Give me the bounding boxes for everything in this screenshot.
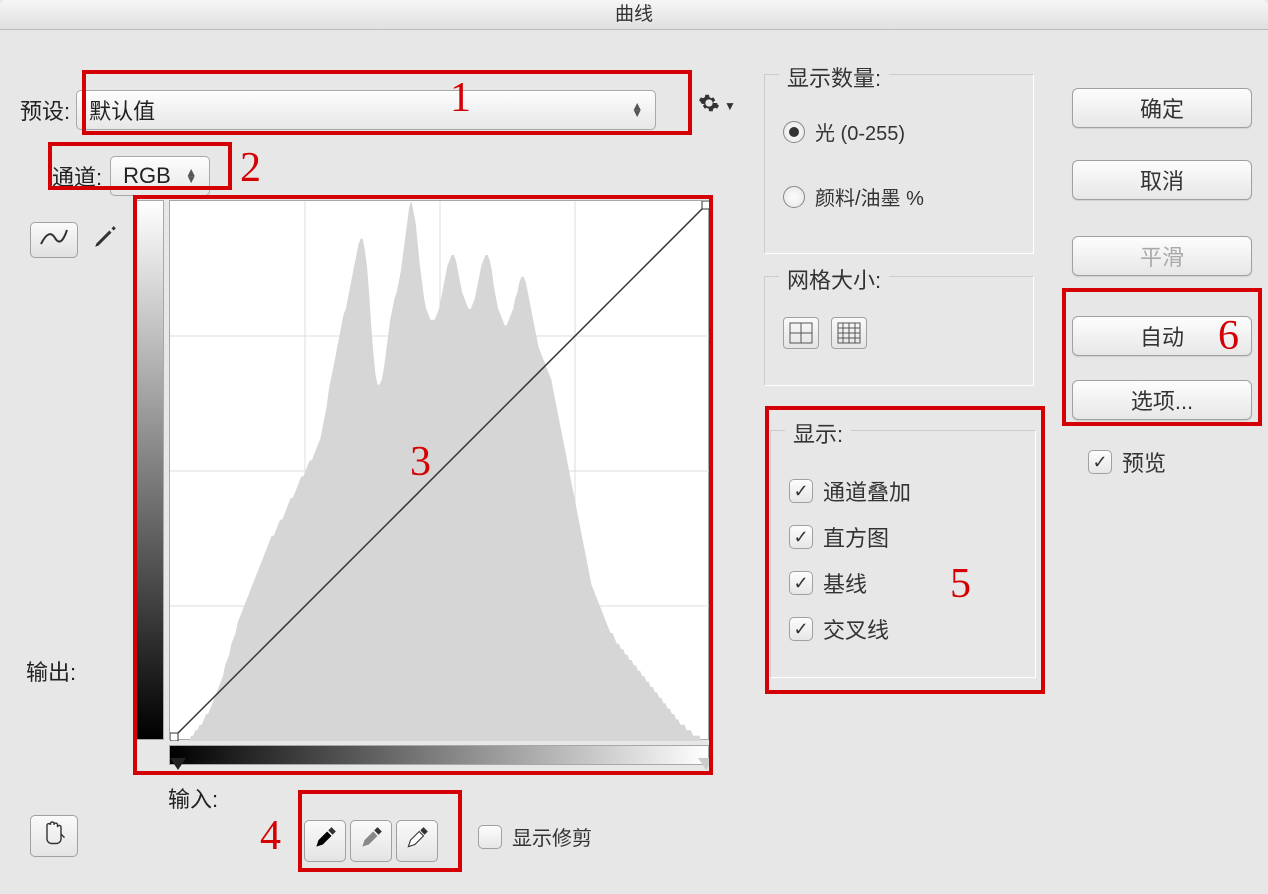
preset-row: 预设: 默认值 ▲▼ xyxy=(20,90,656,130)
radio-icon xyxy=(783,186,805,208)
checkbox-icon: ✓ xyxy=(789,617,813,641)
show-channel-overlay[interactable]: ✓ 通道叠加 xyxy=(789,475,1017,507)
gray-point-eyedropper[interactable] xyxy=(350,820,392,862)
pencil-icon xyxy=(92,233,118,255)
select-updown-icon: ▲▼ xyxy=(185,169,197,183)
preview-row[interactable]: ✓ 预览 xyxy=(1088,446,1166,478)
channel-value: RGB xyxy=(123,163,171,189)
grid-size-panel: 网格大小: xyxy=(764,276,1034,386)
input-gradient-ramp[interactable] xyxy=(169,745,709,765)
curves-graph[interactable] xyxy=(169,200,709,740)
amount-option-label: 颜料/油墨 % xyxy=(815,182,924,211)
checkbox-icon: ✓ xyxy=(789,479,813,503)
hand-icon xyxy=(40,819,68,853)
button-label: 自动 xyxy=(1140,320,1184,352)
radio-icon xyxy=(783,121,805,143)
show-option-label: 直方图 xyxy=(823,521,889,553)
show-clipping-label: 显示修剪 xyxy=(512,822,592,851)
window-titlebar: 曲线 xyxy=(0,0,1268,30)
eyedropper-icon xyxy=(358,825,384,857)
annotation-number-4: 4 xyxy=(260,812,281,860)
channel-row: 通道: RGB ▲▼ xyxy=(52,156,210,196)
preview-checkbox[interactable]: ✓ xyxy=(1088,450,1112,474)
show-option-label: 基线 xyxy=(823,567,867,599)
select-updown-icon: ▲▼ xyxy=(631,103,643,117)
amount-option-pigment[interactable]: 颜料/油墨 % xyxy=(783,182,1015,211)
white-point-eyedropper[interactable] xyxy=(396,820,438,862)
show-panel-legend: 显示: xyxy=(785,417,851,449)
preset-gear-button[interactable]: ▼ xyxy=(698,92,736,120)
options-button[interactable]: 选项... xyxy=(1072,380,1252,420)
black-point-eyedropper[interactable] xyxy=(304,820,346,862)
button-label: 确定 xyxy=(1140,92,1184,124)
show-option-label: 交叉线 xyxy=(823,613,889,645)
auto-button[interactable]: 自动 xyxy=(1072,316,1252,356)
smooth-button[interactable]: 平滑 xyxy=(1072,236,1252,276)
curves-dialog: 预设: 默认值 ▲▼ ▼ 通道: RGB ▲▼ xyxy=(0,30,1268,894)
output-label: 输出: xyxy=(26,655,76,687)
ok-button[interactable]: 确定 xyxy=(1072,88,1252,128)
grid-size-legend: 网格大小: xyxy=(779,263,889,295)
input-label: 输入: xyxy=(168,782,218,814)
pencil-tool-button[interactable] xyxy=(92,224,122,254)
gear-icon xyxy=(698,92,720,120)
preview-label: 预览 xyxy=(1122,446,1166,478)
show-intersection[interactable]: ✓ 交叉线 xyxy=(789,613,1017,645)
display-amount-legend: 显示数量: xyxy=(779,61,889,93)
amount-option-light[interactable]: 光 (0-255) xyxy=(783,117,1015,146)
hand-tool-button[interactable] xyxy=(30,815,78,857)
show-panel: 显示: ✓ 通道叠加 ✓ 直方图 ✓ 基线 ✓ 交叉线 xyxy=(770,430,1036,678)
eyedropper-icon xyxy=(404,825,430,857)
show-histogram[interactable]: ✓ 直方图 xyxy=(789,521,1017,553)
preset-value: 默认值 xyxy=(89,94,155,126)
button-label: 选项... xyxy=(1131,384,1193,416)
channel-label: 通道: xyxy=(52,160,102,192)
amount-option-label: 光 (0-255) xyxy=(815,117,905,146)
show-clipping-checkbox[interactable] xyxy=(478,825,502,849)
eyedropper-icon xyxy=(312,825,338,857)
grid-fine-button[interactable] xyxy=(831,317,867,349)
annotation-number-2: 2 xyxy=(240,144,261,192)
preset-label: 预设: xyxy=(20,94,70,126)
channel-select[interactable]: RGB ▲▼ xyxy=(110,156,210,196)
show-clipping-row: 显示修剪 xyxy=(478,822,592,851)
checkbox-icon: ✓ xyxy=(789,525,813,549)
eyedropper-group xyxy=(304,820,438,862)
window-title: 曲线 xyxy=(615,4,653,25)
grid-coarse-button[interactable] xyxy=(783,317,819,349)
curve-tool-button[interactable] xyxy=(30,222,78,258)
show-baseline[interactable]: ✓ 基线 xyxy=(789,567,1017,599)
button-label: 取消 xyxy=(1140,164,1184,196)
cancel-button[interactable]: 取消 xyxy=(1072,160,1252,200)
checkbox-icon: ✓ xyxy=(789,571,813,595)
preset-select[interactable]: 默认值 ▲▼ xyxy=(76,90,656,130)
display-amount-panel: 显示数量: 光 (0-255) 颜料/油墨 % xyxy=(764,74,1034,254)
button-label: 平滑 xyxy=(1140,240,1184,272)
show-option-label: 通道叠加 xyxy=(823,475,911,507)
output-gradient-ramp xyxy=(136,200,164,740)
curve-icon xyxy=(39,226,69,254)
